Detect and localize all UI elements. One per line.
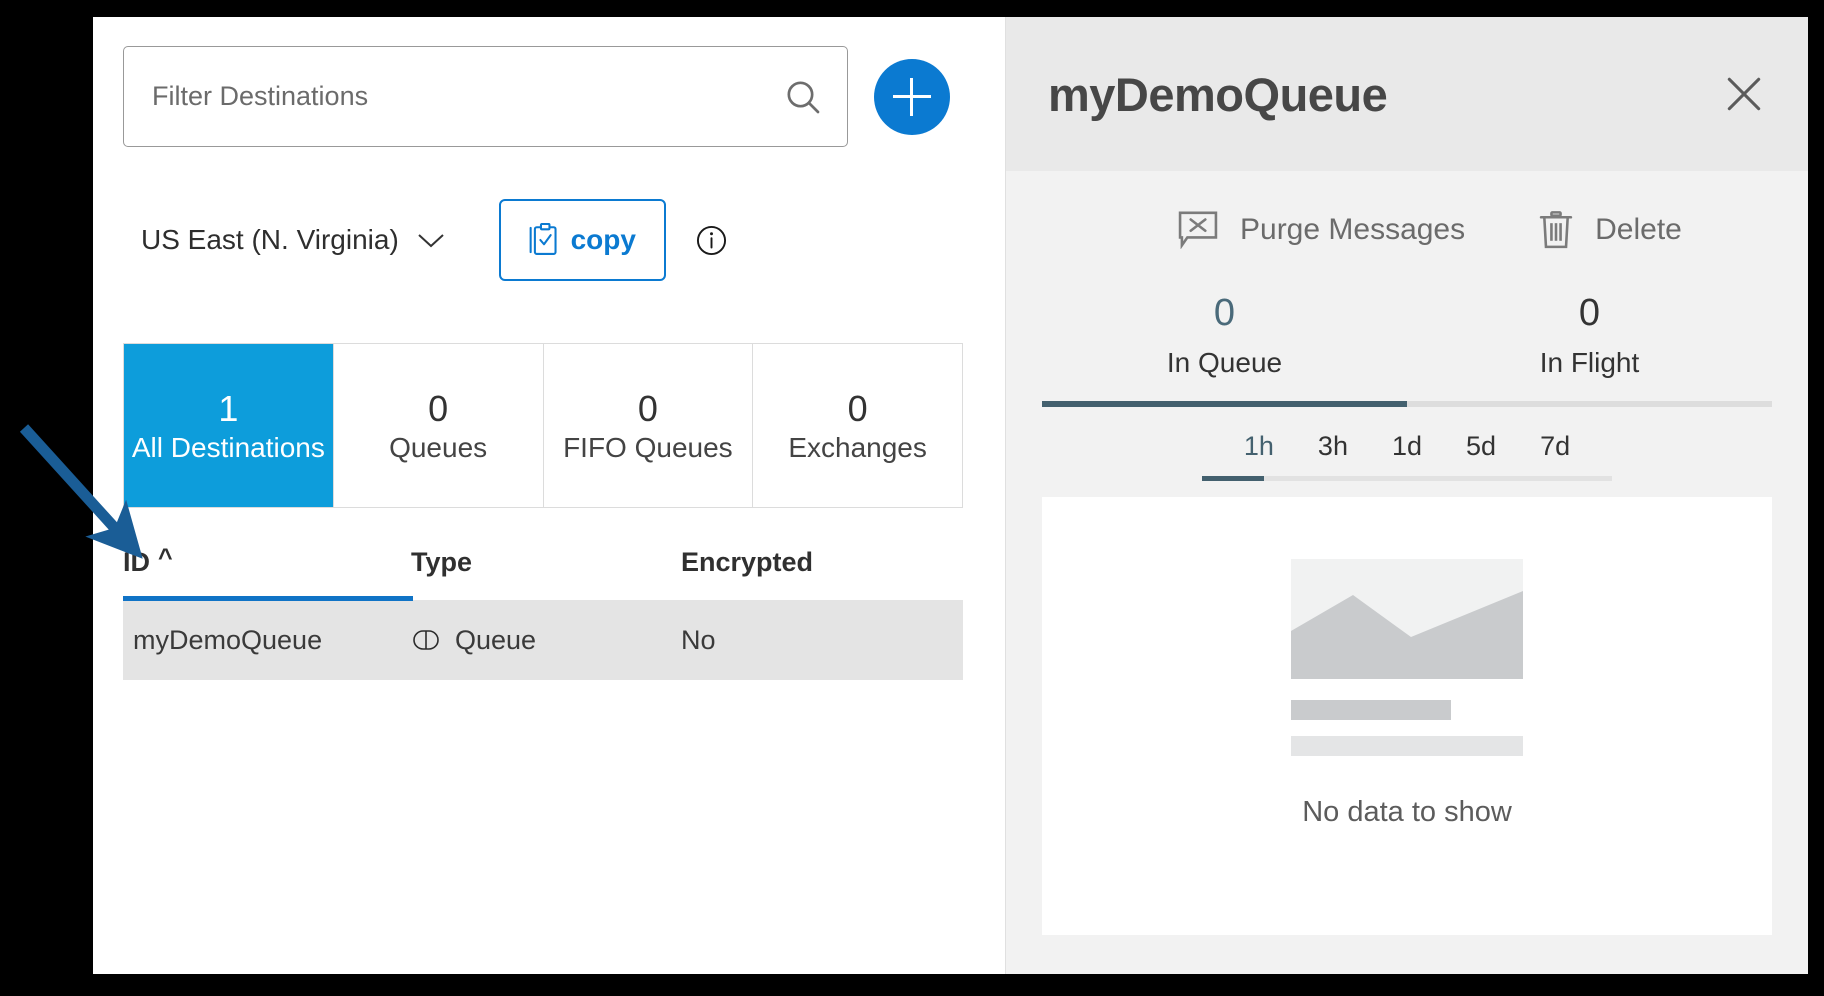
time-range-indicator: [1202, 476, 1612, 481]
metric-in-flight-label: In Flight: [1407, 347, 1772, 379]
tab-exchanges-count: 0: [848, 386, 868, 431]
metric-tab-indicator-fill: [1042, 401, 1407, 407]
chevron-down-icon: [417, 232, 445, 249]
search-input[interactable]: [152, 81, 783, 112]
tab-fifo-queues[interactable]: 0 FIFO Queues: [544, 344, 754, 507]
sort-ascending-icon: ^: [158, 544, 173, 573]
tab-all-destinations[interactable]: 1 All Destinations: [124, 344, 334, 507]
metric-in-queue[interactable]: 0 In Queue: [1042, 291, 1407, 401]
tab-exchanges-label: Exchanges: [788, 431, 927, 465]
tab-all-destinations-count: 1: [218, 386, 238, 431]
destinations-panel: US East (N. Virginia) copy: [93, 17, 1005, 974]
queue-icon: [411, 629, 441, 651]
table-header-row: ID ^ Type Encrypted: [123, 547, 963, 600]
cell-destination-type: Queue: [411, 625, 681, 656]
purge-messages-icon: [1178, 211, 1218, 249]
area-chart-placeholder-icon: [1291, 559, 1523, 756]
no-data-message: No data to show: [1302, 796, 1512, 829]
trash-icon: [1539, 211, 1573, 249]
page-title: myDemoQueue: [1048, 67, 1387, 122]
time-range-indicator-fill: [1202, 476, 1264, 481]
tab-queues-count: 0: [428, 386, 448, 431]
copy-button[interactable]: copy: [499, 199, 666, 281]
search-icon[interactable]: [783, 77, 823, 117]
tab-fifo-queues-label: FIFO Queues: [563, 431, 733, 465]
clipboard-check-icon: [529, 223, 559, 257]
filter-destinations-box[interactable]: [123, 46, 848, 147]
metric-tab-indicator: [1042, 401, 1772, 407]
column-header-encrypted-label: Encrypted: [681, 547, 813, 578]
time-range-3h[interactable]: 3h: [1296, 423, 1370, 476]
detail-header: myDemoQueue: [1006, 17, 1808, 171]
column-header-id[interactable]: ID ^: [123, 547, 411, 578]
time-range-5d[interactable]: 5d: [1444, 423, 1518, 476]
info-circle-icon[interactable]: [696, 225, 727, 256]
purge-messages-label: Purge Messages: [1240, 213, 1465, 247]
destinations-table: ID ^ Type Encrypted myDemoQueue: [123, 547, 963, 680]
column-header-type[interactable]: Type: [411, 547, 681, 578]
time-range-1d[interactable]: 1d: [1370, 423, 1444, 476]
metric-in-flight-value: 0: [1407, 291, 1772, 337]
time-range-7d[interactable]: 7d: [1518, 423, 1592, 476]
application-window: US East (N. Virginia) copy: [93, 17, 1808, 974]
tab-queues[interactable]: 0 Queues: [334, 344, 544, 507]
column-header-encrypted[interactable]: Encrypted: [681, 547, 963, 578]
region-selected-label: US East (N. Virginia): [141, 224, 399, 256]
close-icon[interactable]: [1722, 72, 1766, 116]
time-range-tabs: 1h 3h 1d 5d 7d: [1042, 423, 1772, 476]
destination-detail-panel: myDemoQueue Purge Messages: [1005, 17, 1808, 974]
plus-icon: [893, 78, 931, 116]
column-header-type-label: Type: [411, 547, 472, 578]
tab-exchanges[interactable]: 0 Exchanges: [753, 344, 962, 507]
purge-messages-button[interactable]: Purge Messages: [1178, 211, 1465, 249]
table-row[interactable]: myDemoQueue Queue No: [123, 600, 963, 680]
region-selector[interactable]: US East (N. Virginia): [123, 218, 459, 262]
region-toolbar: US East (N. Virginia) copy: [123, 199, 727, 281]
copy-button-label: copy: [571, 224, 636, 256]
screenshot-canvas: US East (N. Virginia) copy: [0, 0, 1824, 996]
placeholder-bar-secondary: [1291, 736, 1523, 756]
metric-chart-card: No data to show: [1042, 497, 1772, 935]
cell-destination-id: myDemoQueue: [123, 625, 411, 656]
time-range-1h[interactable]: 1h: [1222, 423, 1296, 476]
tab-queues-label: Queues: [389, 431, 487, 465]
metric-in-flight[interactable]: 0 In Flight: [1407, 291, 1772, 401]
cell-destination-encrypted: No: [681, 625, 963, 656]
destination-id-label: myDemoQueue: [133, 625, 322, 656]
metric-in-queue-label: In Queue: [1042, 347, 1407, 379]
tab-fifo-queues-count: 0: [638, 386, 658, 431]
placeholder-bar-primary: [1291, 700, 1451, 720]
destination-encrypted-label: No: [681, 625, 716, 656]
filter-toolbar: [123, 46, 950, 147]
tab-all-destinations-label: All Destinations: [132, 431, 325, 465]
delete-label: Delete: [1595, 213, 1682, 247]
destination-type-label: Queue: [455, 625, 536, 656]
metric-in-queue-value: 0: [1042, 291, 1407, 337]
metric-tabs: 0 In Queue 0 In Flight: [1042, 291, 1772, 401]
delete-button[interactable]: Delete: [1539, 211, 1682, 249]
add-destination-button[interactable]: [874, 59, 950, 135]
destination-type-tabs: 1 All Destinations 0 Queues 0 FIFO Queue…: [123, 343, 963, 508]
column-header-id-label: ID: [123, 547, 150, 578]
detail-action-toolbar: Purge Messages Delete: [1006, 171, 1808, 249]
